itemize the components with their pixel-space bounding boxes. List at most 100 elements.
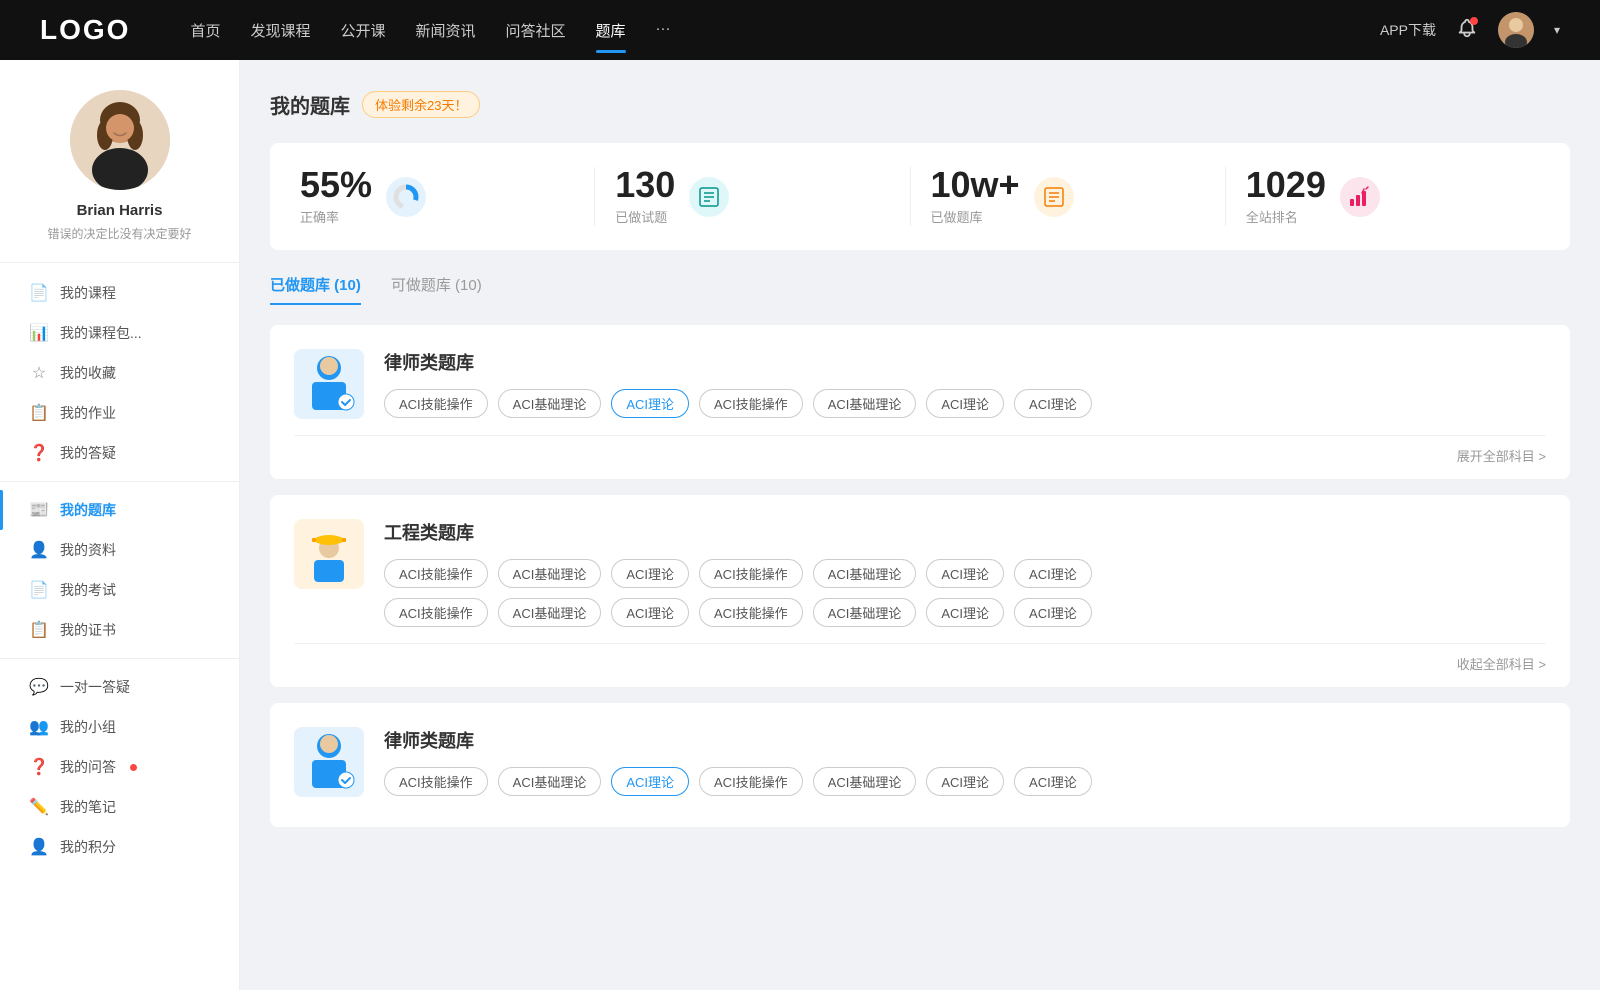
sidebar-item-notes[interactable]: ✏️ 我的笔记	[0, 787, 239, 827]
sidebar: Brian Harris 错误的决定比没有决定要好 📄 我的课程 📊 我的课程包…	[0, 60, 240, 990]
tag-2-r2-4[interactable]: ACI技能操作	[699, 598, 803, 627]
nav-home[interactable]: 首页	[190, 16, 220, 45]
nav-right: APP下载 ▾	[1380, 12, 1560, 48]
sidebar-label-exam: 我的考试	[60, 580, 116, 600]
sidebar-item-certificate[interactable]: 📋 我的证书	[0, 610, 239, 650]
one-on-one-icon: 💬	[30, 678, 48, 696]
qbank-title-1: 律师类题库	[384, 349, 1546, 375]
user-menu-chevron[interactable]: ▾	[1554, 23, 1560, 37]
qbank-icon-construction	[294, 519, 364, 589]
top-navigation: LOGO 首页 发现课程 公开课 新闻资讯 问答社区 题库 ··· APP下载 …	[0, 0, 1600, 60]
stat-accuracy-number: 55%	[300, 167, 372, 203]
user-profile: Brian Harris 错误的决定比没有决定要好	[0, 90, 239, 263]
main-content: 我的题库 体验剩余23天！ 55% 正确率	[240, 60, 1600, 990]
tag-1-1[interactable]: ACI技能操作	[384, 389, 488, 418]
qbank-card-top-1: 律师类题库 ACI技能操作 ACI基础理论 ACI理论 ACI技能操作 ACI基…	[294, 349, 1546, 419]
sidebar-label-one-on-one: 一对一答疑	[60, 677, 130, 697]
sidebar-item-points[interactable]: 👤 我的积分	[0, 827, 239, 867]
avatar	[70, 90, 170, 190]
stat-banks-icon	[1034, 177, 1074, 217]
tag-2-3[interactable]: ACI理论	[611, 559, 689, 588]
tag-3-2[interactable]: ACI基础理论	[498, 767, 602, 796]
user-name: Brian Harris	[77, 202, 163, 219]
notification-bell[interactable]	[1456, 17, 1478, 44]
tag-2-r2-1[interactable]: ACI技能操作	[384, 598, 488, 627]
tag-3-6[interactable]: ACI理论	[926, 767, 1004, 796]
tag-1-6[interactable]: ACI理论	[926, 389, 1004, 418]
tag-2-4[interactable]: ACI技能操作	[699, 559, 803, 588]
collapse-btn-2[interactable]: 收起全部科目 >	[1457, 654, 1546, 673]
nav-discover[interactable]: 发现课程	[250, 16, 310, 45]
tag-2-r2-6[interactable]: ACI理论	[926, 598, 1004, 627]
expand-btn-1[interactable]: 展开全部科目 >	[1457, 446, 1546, 465]
tag-2-7[interactable]: ACI理论	[1014, 559, 1092, 588]
favorites-icon: ☆	[30, 364, 48, 382]
page-body: Brian Harris 错误的决定比没有决定要好 📄 我的课程 📊 我的课程包…	[0, 60, 1600, 990]
tag-2-r2-5[interactable]: ACI基础理论	[813, 598, 917, 627]
qbank-icon-lawyer-1	[294, 349, 364, 419]
logo: LOGO	[40, 14, 130, 46]
tag-2-r2-2[interactable]: ACI基础理论	[498, 598, 602, 627]
sidebar-label-question-bank: 我的题库	[60, 500, 116, 520]
stat-ranking-number: 1029	[1246, 167, 1326, 203]
questions-icon: ❓	[30, 758, 48, 776]
sidebar-item-questions[interactable]: ❓ 我的问答	[0, 747, 239, 787]
user-avatar-nav[interactable]	[1498, 12, 1534, 48]
sidebar-item-course-pack[interactable]: 📊 我的课程包...	[0, 313, 239, 353]
qbank-card-lawyer-1: 律师类题库 ACI技能操作 ACI基础理论 ACI理论 ACI技能操作 ACI基…	[270, 325, 1570, 479]
tab-done-banks[interactable]: 已做题库 (10)	[270, 274, 361, 305]
certificate-icon: 📋	[30, 621, 48, 639]
notes-icon: ✏️	[30, 798, 48, 816]
tag-3-5[interactable]: ACI基础理论	[813, 767, 917, 796]
tag-1-2[interactable]: ACI基础理论	[498, 389, 602, 418]
tag-3-7[interactable]: ACI理论	[1014, 767, 1092, 796]
page-title: 我的题库	[270, 90, 350, 119]
tag-1-3[interactable]: ACI理论	[611, 389, 689, 418]
sidebar-item-profile[interactable]: 👤 我的资料	[0, 530, 239, 570]
sidebar-label-points: 我的积分	[60, 837, 116, 857]
tab-available-banks[interactable]: 可做题库 (10)	[391, 274, 482, 305]
tab-bar: 已做题库 (10) 可做题库 (10)	[270, 274, 1570, 305]
qbank-tags-3: ACI技能操作 ACI基础理论 ACI理论 ACI技能操作 ACI基础理论 AC…	[384, 767, 1546, 796]
user-motto: 错误的决定比没有决定要好	[47, 225, 191, 242]
sidebar-label-profile: 我的资料	[60, 540, 116, 560]
qbank-tags-2-row2: ACI技能操作 ACI基础理论 ACI理论 ACI技能操作 ACI基础理论 AC…	[384, 598, 1546, 627]
sidebar-label-course: 我的课程	[60, 283, 116, 303]
tag-2-6[interactable]: ACI理论	[926, 559, 1004, 588]
qbank-icon-lawyer-2	[294, 727, 364, 797]
tag-1-7[interactable]: ACI理论	[1014, 389, 1092, 418]
nav-question-bank[interactable]: 题库	[596, 16, 626, 45]
stat-ranking-icon	[1340, 177, 1380, 217]
nav-qa[interactable]: 问答社区	[506, 16, 566, 45]
tag-2-r2-3[interactable]: ACI理论	[611, 598, 689, 627]
tag-3-3[interactable]: ACI理论	[611, 767, 689, 796]
sidebar-label-certificate: 我的证书	[60, 620, 116, 640]
tag-1-4[interactable]: ACI技能操作	[699, 389, 803, 418]
sidebar-item-homework[interactable]: 📋 我的作业	[0, 393, 239, 433]
stat-done-number: 130	[615, 167, 675, 203]
sidebar-item-group[interactable]: 👥 我的小组	[0, 707, 239, 747]
sidebar-label-notes: 我的笔记	[60, 797, 116, 817]
sidebar-label-group: 我的小组	[60, 717, 116, 737]
tag-2-r2-7[interactable]: ACI理论	[1014, 598, 1092, 627]
sidebar-label-favorites: 我的收藏	[60, 363, 116, 383]
trial-badge: 体验剩余23天！	[362, 91, 480, 118]
sidebar-item-one-on-one[interactable]: 💬 一对一答疑	[0, 667, 239, 707]
sidebar-item-exam[interactable]: 📄 我的考试	[0, 570, 239, 610]
nav-news[interactable]: 新闻资讯	[416, 16, 476, 45]
tag-3-4[interactable]: ACI技能操作	[699, 767, 803, 796]
tag-2-5[interactable]: ACI基础理论	[813, 559, 917, 588]
sidebar-item-question-bank[interactable]: 📰 我的题库	[0, 490, 239, 530]
app-download-link[interactable]: APP下载	[1380, 20, 1436, 40]
tag-3-1[interactable]: ACI技能操作	[384, 767, 488, 796]
sidebar-label-qa: 我的答疑	[60, 443, 116, 463]
tag-1-5[interactable]: ACI基础理论	[813, 389, 917, 418]
sidebar-item-qa[interactable]: ❓ 我的答疑	[0, 433, 239, 473]
sidebar-label-course-pack: 我的课程包...	[60, 323, 142, 343]
tag-2-1[interactable]: ACI技能操作	[384, 559, 488, 588]
nav-open-course[interactable]: 公开课	[340, 16, 385, 45]
sidebar-item-favorites[interactable]: ☆ 我的收藏	[0, 353, 239, 393]
tag-2-2[interactable]: ACI基础理论	[498, 559, 602, 588]
nav-more[interactable]: ···	[656, 16, 671, 45]
sidebar-item-course[interactable]: 📄 我的课程	[0, 273, 239, 313]
